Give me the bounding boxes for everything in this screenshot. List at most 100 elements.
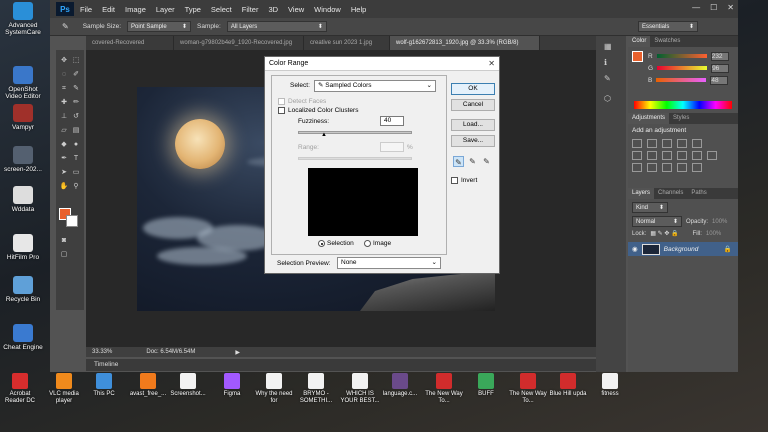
properties-panel-icon[interactable]: ℹ [604, 58, 616, 70]
cancel-button[interactable]: Cancel [451, 99, 495, 111]
desktop-icon[interactable]: avast_free_... [128, 373, 168, 398]
desktop-icon[interactable]: WHICH IS YOUR BEST... [340, 373, 380, 404]
color-fg-swatch[interactable] [632, 51, 643, 62]
layer-kind-filter[interactable]: Kind ⬍ [632, 202, 668, 213]
selection-preview-dropdown[interactable]: None ⌄ [337, 257, 441, 269]
localized-clusters-checkbox[interactable] [278, 107, 285, 114]
desktop-icon[interactable]: Acrobat Reader DC [0, 373, 40, 404]
timeline-panel[interactable]: Timeline [86, 359, 596, 371]
invert-icon[interactable] [632, 163, 642, 172]
save-button[interactable]: Save... [451, 135, 495, 147]
doc-tab[interactable]: creative sun 2023 1.jpg [304, 36, 390, 50]
black-white-icon[interactable] [662, 151, 672, 160]
detect-faces-checkbox[interactable] [278, 98, 285, 105]
ok-button[interactable]: OK [451, 83, 495, 95]
pen-tool-icon[interactable]: ✒ [59, 154, 69, 164]
dodge-tool-icon[interactable]: ● [71, 140, 81, 150]
fuzziness-slider[interactable] [298, 131, 412, 134]
desktop-icon[interactable]: Recycle Bin [0, 276, 46, 303]
desktop-icon[interactable]: HitFilm Pro [0, 234, 46, 261]
gradient-map-icon[interactable] [677, 163, 687, 172]
3d-panel-icon[interactable]: ⬡ [604, 94, 616, 106]
tab-color[interactable]: Color [628, 36, 651, 47]
dialog-titlebar[interactable]: Color Range ✕ [265, 57, 499, 71]
status-arrow-icon[interactable]: ▶ [235, 349, 240, 356]
exposure-icon[interactable] [677, 139, 687, 148]
background-color-swatch[interactable] [66, 215, 78, 227]
menu-edit[interactable]: Edit [102, 5, 115, 14]
desktop-icon[interactable]: The New Way To... [508, 373, 548, 404]
menu-file[interactable]: File [80, 5, 92, 14]
fuzziness-input[interactable]: 40 [380, 116, 404, 126]
zoom-tool-icon[interactable]: ⚲ [71, 182, 81, 192]
doc-tab-active[interactable]: wolf-g162672813_1920.jpg @ 33.3% (RGB/8) [390, 36, 540, 50]
red-value[interactable]: 232 [710, 51, 729, 61]
lock-icons[interactable]: ▦ ✎ ✥ 🔒 [650, 230, 678, 237]
crop-tool-icon[interactable]: ⌗ [59, 84, 69, 94]
range-slider[interactable] [298, 157, 412, 160]
tab-layers[interactable]: Layers [628, 188, 655, 199]
blend-mode-select[interactable]: Normal ⬍ [632, 216, 682, 227]
tab-adjustments[interactable]: Adjustments [628, 113, 670, 124]
move-tool-icon[interactable]: ✥ [59, 56, 69, 66]
desktop-icon[interactable]: Vampyr [0, 104, 46, 131]
range-input[interactable] [380, 142, 404, 152]
hand-tool-icon[interactable]: ✋ [59, 182, 69, 192]
screen-mode-icon[interactable]: ▢ [59, 250, 69, 260]
shape-tool-icon[interactable]: ▭ [71, 168, 81, 178]
menu-filter[interactable]: Filter [242, 5, 259, 14]
menu-3d[interactable]: 3D [268, 5, 278, 14]
fill-value[interactable]: 100% [706, 231, 721, 237]
select-dropdown[interactable]: ✎ Sampled Colors ⌄ [314, 80, 436, 92]
zoom-level[interactable]: 33.33% [92, 349, 112, 355]
gradient-tool-icon[interactable]: ▤ [71, 126, 81, 136]
history-brush-icon[interactable]: ↺ [71, 112, 81, 122]
image-radio[interactable] [364, 240, 371, 247]
eyedropper-plus-icon[interactable]: ✎ [467, 156, 478, 167]
selection-radio[interactable] [318, 240, 325, 247]
menu-layer[interactable]: Layer [156, 5, 175, 14]
brightness-icon[interactable] [632, 139, 642, 148]
quick-select-tool-icon[interactable]: ✐ [71, 70, 81, 80]
doc-tab[interactable]: woman-g79802b4e9_1920-Recovered.jpg [174, 36, 304, 50]
brush-tool-icon[interactable]: ✏ [71, 98, 81, 108]
channel-mixer-icon[interactable] [692, 151, 702, 160]
desktop-icon[interactable]: Advanced SystemCare [0, 2, 46, 36]
tab-swatches[interactable]: Swatches [650, 36, 684, 47]
desktop-icon[interactable]: Blue Hill upda [548, 373, 588, 398]
selective-color-icon[interactable] [692, 163, 702, 172]
eyedropper-icon[interactable]: ✎ [453, 156, 464, 167]
desktop-icon[interactable]: language.c... [380, 373, 420, 398]
desktop-icon[interactable]: OpenShot Video Editor [0, 66, 46, 100]
tab-channels[interactable]: Channels [654, 188, 687, 199]
blue-value[interactable]: 48 [710, 75, 729, 85]
sample-size-select[interactable]: Point Sample ⬍ [127, 21, 191, 32]
menu-view[interactable]: View [288, 5, 304, 14]
eyedropper-icon[interactable]: ✎ [71, 84, 81, 94]
desktop-icon[interactable]: Wddata [0, 186, 46, 213]
menu-window[interactable]: Window [314, 5, 341, 14]
layer-row-background[interactable]: ◉ Background 🔒 [628, 242, 738, 256]
hue-saturation-icon[interactable] [632, 151, 642, 160]
blur-tool-icon[interactable]: ◆ [59, 140, 69, 150]
curves-icon[interactable] [662, 139, 672, 148]
photo-filter-icon[interactable] [677, 151, 687, 160]
desktop-icon[interactable]: BRYMO - SOMETHI... [296, 373, 336, 404]
tab-paths[interactable]: Paths [687, 188, 710, 199]
quick-mask-icon[interactable]: ◙ [59, 236, 69, 246]
desktop-icon[interactable]: Figma [212, 373, 252, 398]
color-lookup-icon[interactable] [707, 151, 717, 160]
minimize-button[interactable]: — [692, 3, 700, 12]
desktop-icon[interactable]: Why the need for [254, 373, 294, 404]
maximize-button[interactable]: ☐ [710, 3, 717, 12]
fuzziness-slider-handle[interactable]: ▲ [321, 132, 327, 138]
brush-panel-icon[interactable]: ✎ [604, 74, 616, 86]
eyedropper-tool-icon[interactable]: ✎ [62, 22, 69, 31]
dialog-close-icon[interactable]: ✕ [488, 59, 495, 68]
eyedropper-minus-icon[interactable]: ✎ [481, 156, 492, 167]
desktop-icon[interactable]: This PC [84, 373, 124, 398]
workspace-select[interactable]: Essentials ⬍ [638, 21, 698, 32]
desktop-icon[interactable]: BUFF [466, 373, 506, 398]
tab-styles[interactable]: Styles [669, 113, 693, 124]
menu-image[interactable]: Image [125, 5, 146, 14]
